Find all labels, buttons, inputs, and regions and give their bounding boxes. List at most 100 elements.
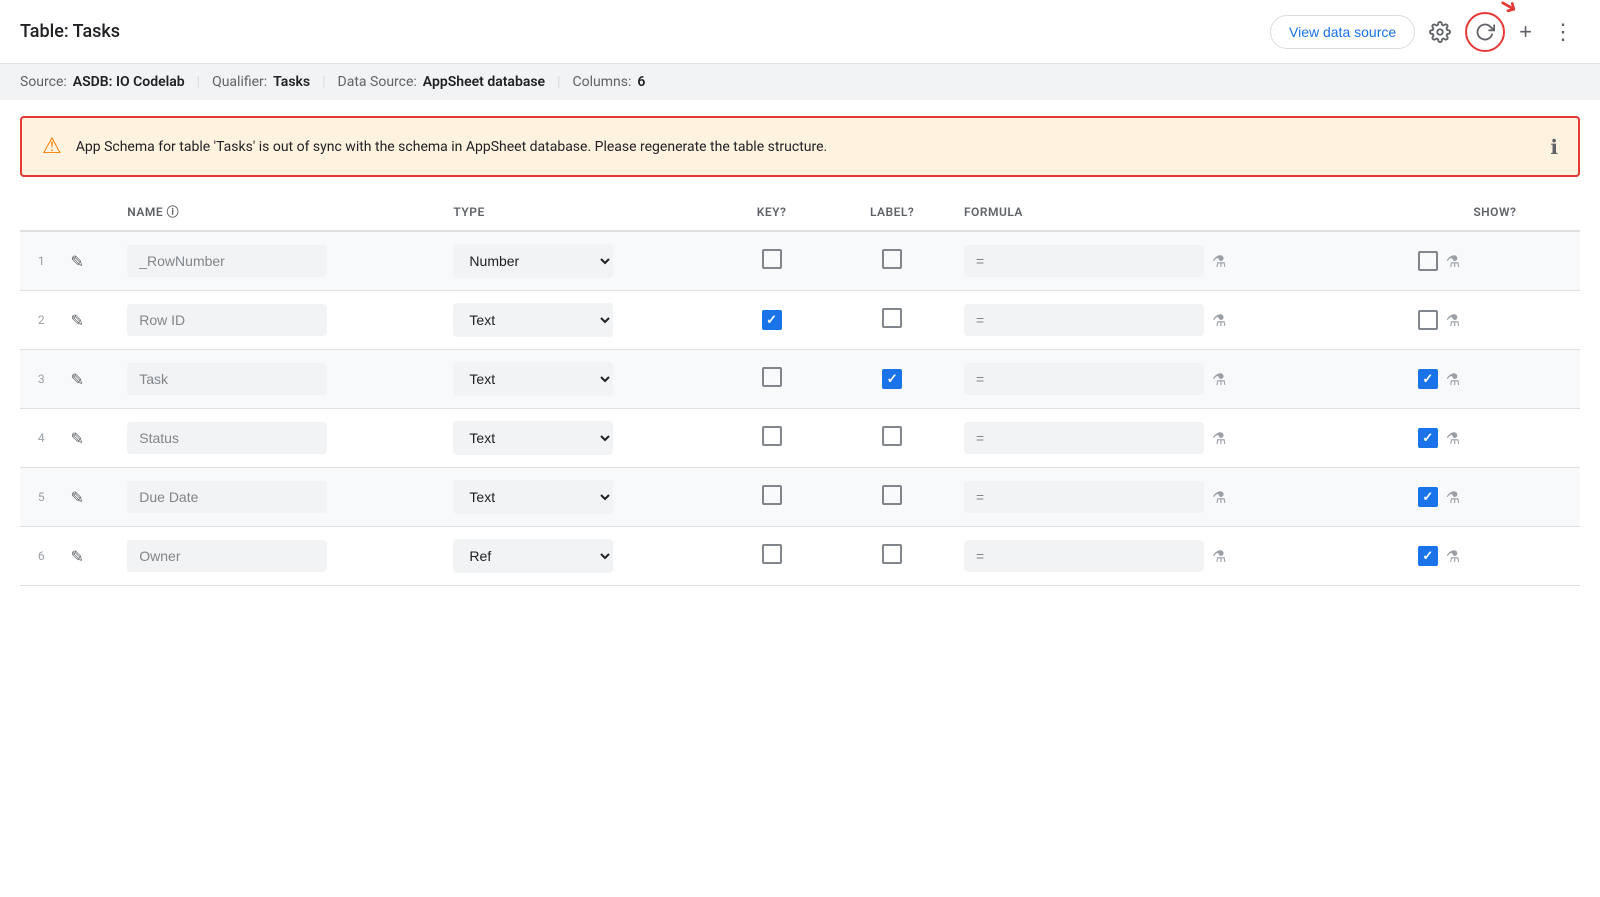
type-cell: Text <box>445 409 714 468</box>
edit-icon[interactable]: ✎ <box>71 370 84 389</box>
key-checkbox[interactable] <box>762 485 782 505</box>
warning-icon: ⚠ <box>42 134 62 159</box>
settings-icon <box>1429 21 1451 43</box>
flask-icon[interactable]: ⚗ <box>1212 488 1226 507</box>
flask-icon[interactable]: ⚗ <box>1212 252 1226 271</box>
row-number: 5 <box>20 468 63 527</box>
label-checkbox[interactable] <box>882 485 902 505</box>
source-label: Source: <box>20 74 67 90</box>
key-checkbox[interactable] <box>762 544 782 564</box>
table-row: 5 ✎ Text ⚗ ⚗ <box>20 468 1580 527</box>
formula-cell: ⚗ <box>956 527 1410 586</box>
columns-label: Columns: <box>573 74 632 90</box>
key-cell <box>715 527 828 586</box>
edit-icon[interactable]: ✎ <box>71 488 84 507</box>
label-checkbox[interactable] <box>882 369 902 389</box>
show-checkbox[interactable] <box>1418 428 1438 448</box>
show-flask-icon[interactable]: ⚗ <box>1446 252 1460 271</box>
name-input[interactable] <box>127 363 327 395</box>
col-header-edit <box>63 193 120 231</box>
page-title: Table: Tasks <box>20 21 120 42</box>
edit-cell: ✎ <box>63 468 120 527</box>
row-number: 4 <box>20 409 63 468</box>
edit-icon[interactable]: ✎ <box>71 311 84 330</box>
show-flask-icon[interactable]: ⚗ <box>1446 488 1460 507</box>
name-input[interactable] <box>127 245 327 277</box>
name-input[interactable] <box>127 304 327 336</box>
show-checkbox[interactable] <box>1418 310 1438 330</box>
name-input[interactable] <box>127 422 327 454</box>
formula-cell: ⚗ <box>956 350 1410 409</box>
key-checkbox[interactable] <box>762 310 782 330</box>
label-cell <box>828 231 956 291</box>
formula-input[interactable] <box>964 304 1204 336</box>
view-data-source-button[interactable]: View data source <box>1270 15 1415 49</box>
formula-input[interactable] <box>964 363 1204 395</box>
header: Table: Tasks View data source ➜ + <box>0 0 1600 64</box>
table-row: 2✎Text ⚗ ⚗ <box>20 291 1580 350</box>
key-checkbox[interactable] <box>762 426 782 446</box>
settings-button[interactable] <box>1423 15 1457 49</box>
type-select[interactable]: Text <box>453 303 613 337</box>
type-select[interactable]: Text <box>453 480 613 514</box>
show-checkbox[interactable] <box>1418 487 1438 507</box>
table-header-row: NAME ⓘ TYPE KEY? LABEL? FORMULA SHOW? <box>20 193 1580 231</box>
label-checkbox[interactable] <box>882 308 902 328</box>
flask-icon[interactable]: ⚗ <box>1212 429 1226 448</box>
formula-input[interactable] <box>964 245 1204 277</box>
info-icon[interactable]: ℹ <box>1550 135 1558 159</box>
edit-icon[interactable]: ✎ <box>71 252 84 271</box>
edit-cell: ✎ <box>63 291 120 350</box>
name-cell <box>119 527 445 586</box>
flask-icon[interactable]: ⚗ <box>1212 370 1226 389</box>
type-cell: Number <box>445 231 714 291</box>
formula-input[interactable] <box>964 481 1204 513</box>
label-cell <box>828 409 956 468</box>
show-flask-icon[interactable]: ⚗ <box>1446 547 1460 566</box>
name-input[interactable] <box>127 481 327 513</box>
more-button[interactable]: ⋮ <box>1546 13 1580 51</box>
label-checkbox[interactable] <box>882 426 902 446</box>
columns-table: NAME ⓘ TYPE KEY? LABEL? FORMULA SHOW? 1✎… <box>20 193 1580 586</box>
label-checkbox[interactable] <box>882 544 902 564</box>
formula-input[interactable] <box>964 422 1204 454</box>
show-checkbox[interactable] <box>1418 251 1438 271</box>
show-flask-icon[interactable]: ⚗ <box>1446 370 1460 389</box>
type-select[interactable]: Text <box>453 421 613 455</box>
show-checkbox[interactable] <box>1418 546 1438 566</box>
formula-input[interactable] <box>964 540 1204 572</box>
show-flask-icon[interactable]: ⚗ <box>1446 429 1460 448</box>
show-cell: ⚗ <box>1410 468 1580 527</box>
show-cell: ⚗ <box>1410 231 1580 291</box>
name-cell <box>119 409 445 468</box>
table-row: 4 ✎ Text ⚗ ⚗ <box>20 409 1580 468</box>
type-select[interactable]: Ref <box>453 539 613 573</box>
refresh-button[interactable] <box>1475 22 1495 42</box>
row-number: 6 <box>20 527 63 586</box>
flask-icon[interactable]: ⚗ <box>1212 311 1226 330</box>
flask-icon[interactable]: ⚗ <box>1212 547 1226 566</box>
label-checkbox[interactable] <box>882 249 902 269</box>
key-checkbox[interactable] <box>762 249 782 269</box>
edit-cell: ✎ <box>63 409 120 468</box>
type-select[interactable]: Number <box>453 244 613 278</box>
formula-cell: ⚗ <box>956 468 1410 527</box>
edit-cell: ✎ <box>63 350 120 409</box>
add-button[interactable]: + <box>1513 13 1538 51</box>
more-icon: ⋮ <box>1552 19 1574 45</box>
col-header-key: KEY? <box>715 193 828 231</box>
show-cell: ⚗ <box>1410 409 1580 468</box>
show-flask-icon[interactable]: ⚗ <box>1446 311 1460 330</box>
table-row: 6 ✎ Ref ⚗ ⚗ <box>20 527 1580 586</box>
table-container: NAME ⓘ TYPE KEY? LABEL? FORMULA SHOW? 1✎… <box>0 193 1600 586</box>
formula-cell: ⚗ <box>956 231 1410 291</box>
columns-value: 6 <box>637 74 645 90</box>
show-checkbox[interactable] <box>1418 369 1438 389</box>
edit-icon[interactable]: ✎ <box>71 429 84 448</box>
refresh-button-wrapper: ➜ <box>1465 12 1505 52</box>
edit-icon[interactable]: ✎ <box>71 547 84 566</box>
col-header-formula: FORMULA <box>956 193 1410 231</box>
name-input[interactable] <box>127 540 327 572</box>
key-checkbox[interactable] <box>762 367 782 387</box>
type-select[interactable]: Text <box>453 362 613 396</box>
